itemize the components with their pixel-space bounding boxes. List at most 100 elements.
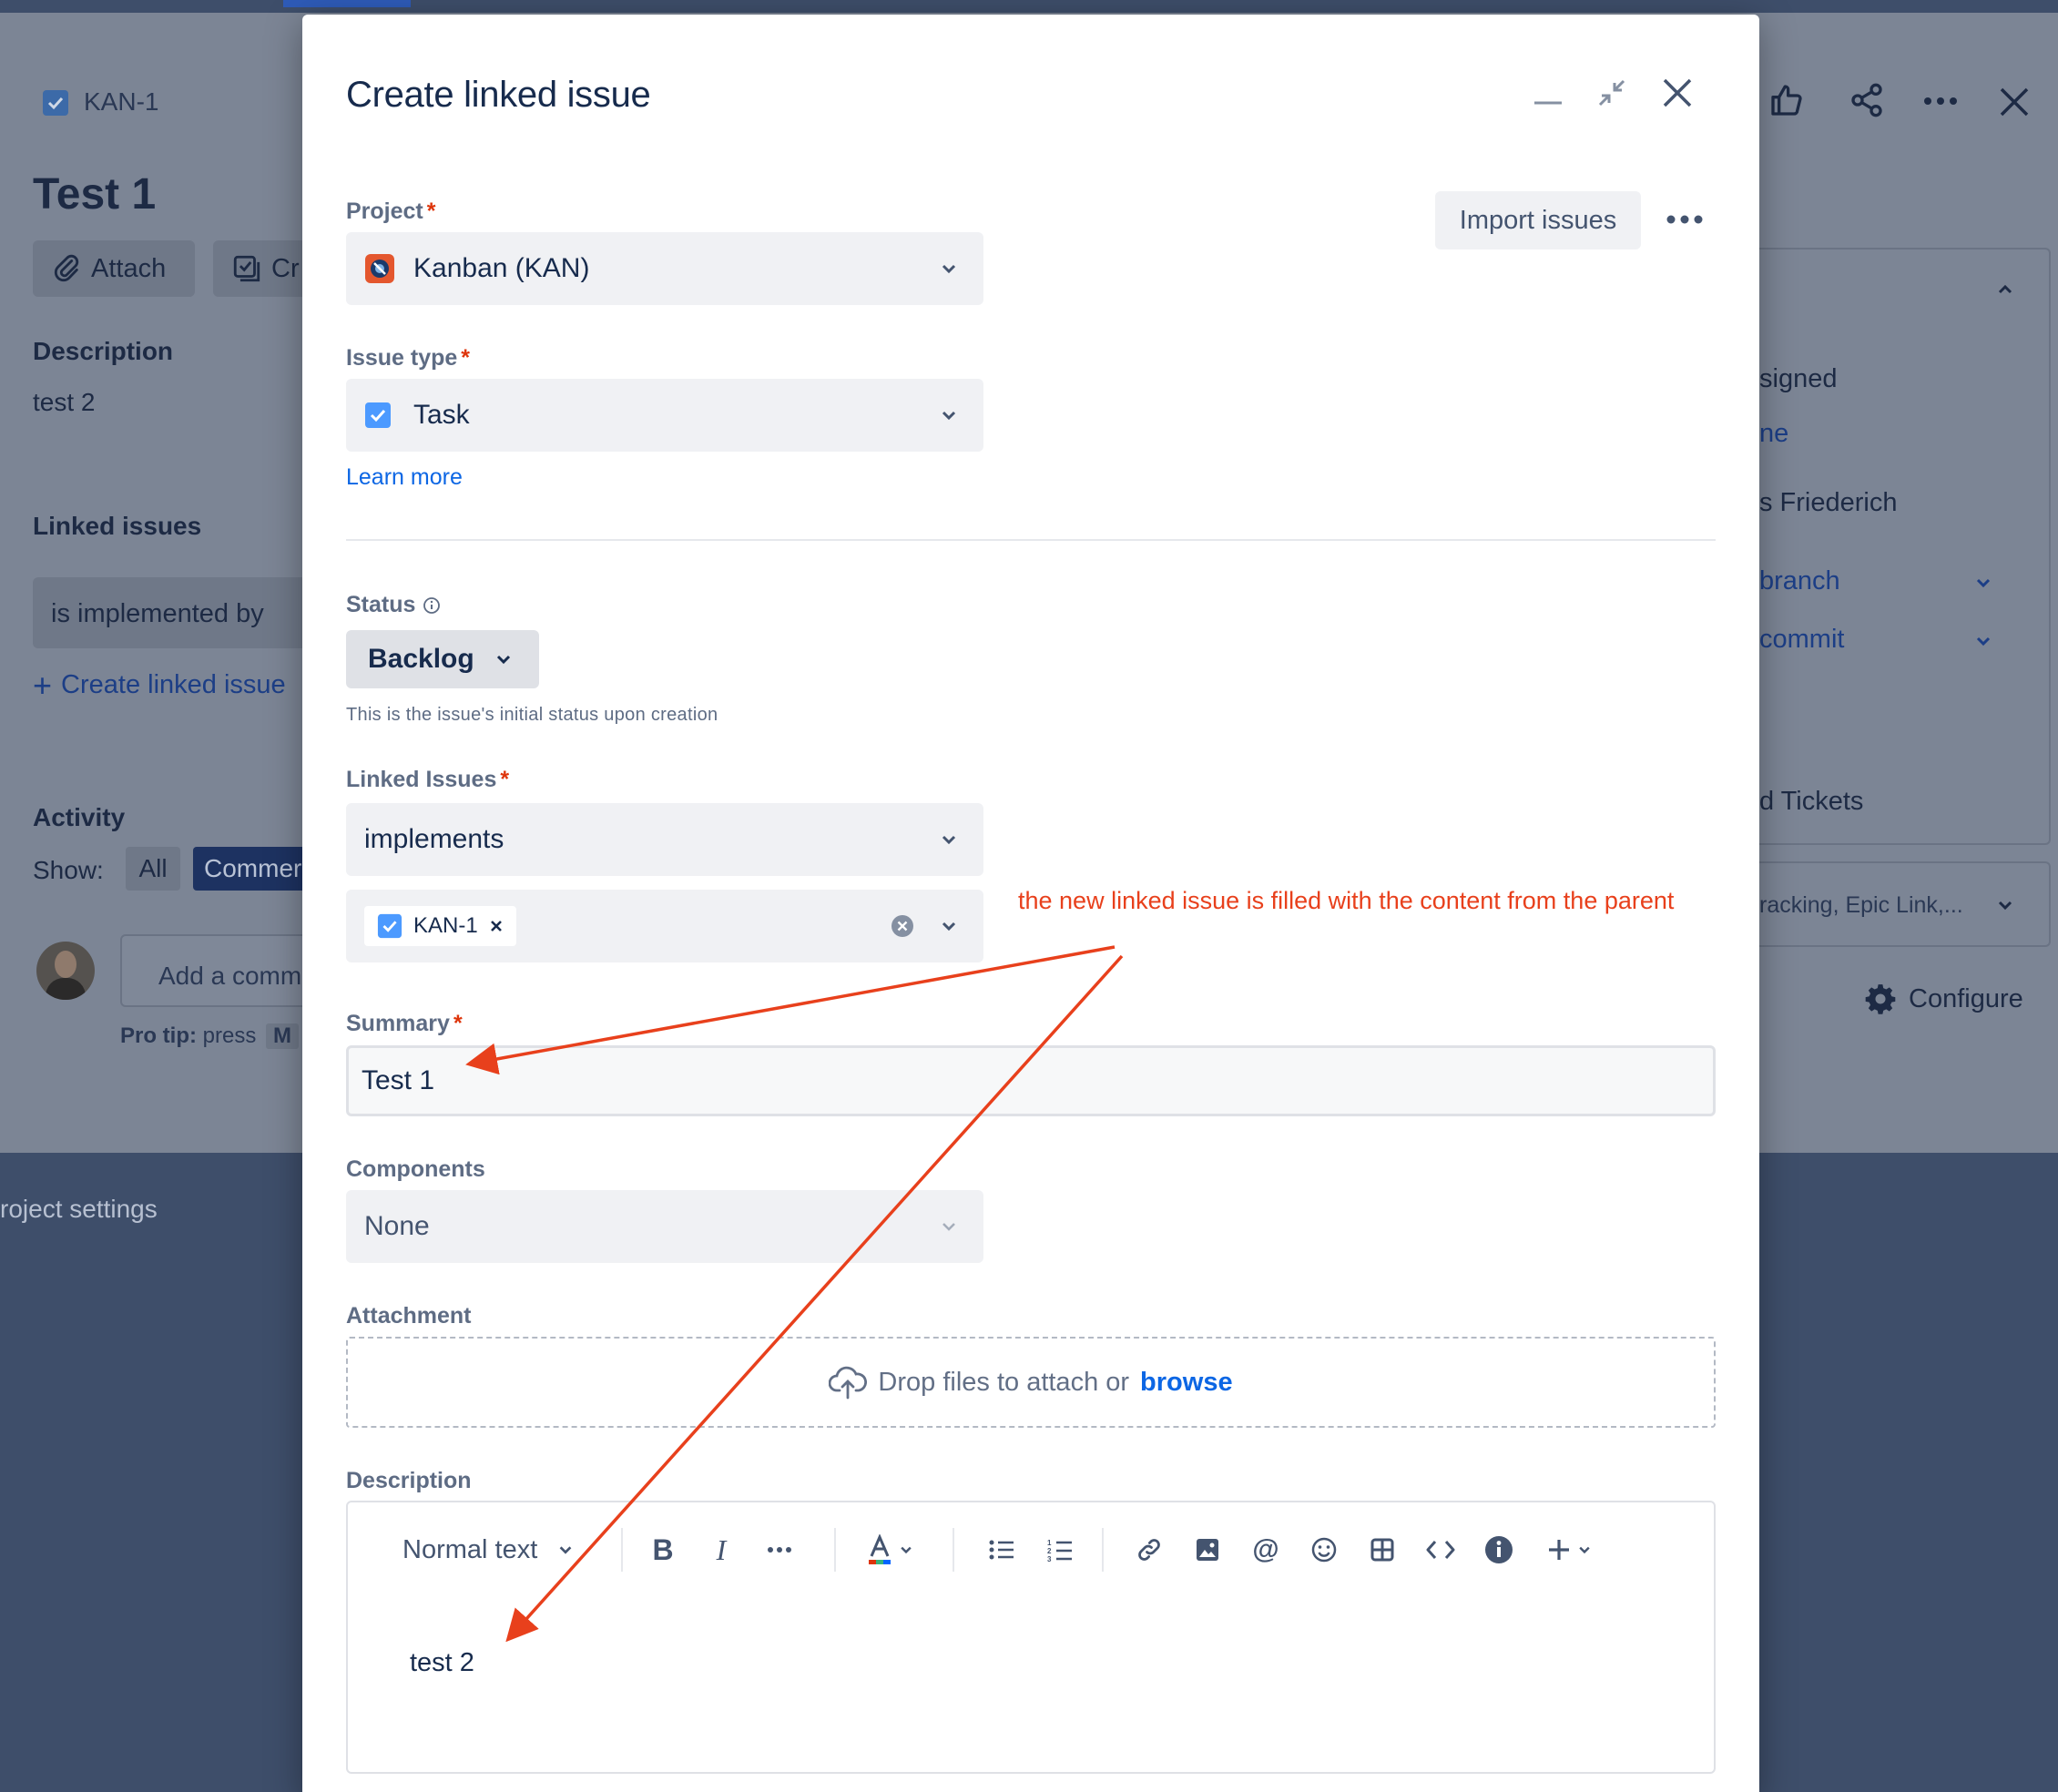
filter-all-label: All: [138, 854, 168, 882]
minimize-icon[interactable]: [1526, 71, 1570, 115]
task-checkbox-icon: [43, 90, 68, 116]
linked-issue-chip: KAN-1: [364, 906, 516, 946]
project-label-text: Project: [346, 199, 423, 224]
info-panel-icon[interactable]: [1477, 1528, 1521, 1572]
project-settings-link[interactable]: roject settings: [0, 1195, 158, 1224]
clear-icon[interactable]: [891, 914, 914, 938]
code-icon[interactable]: [1419, 1528, 1462, 1572]
details-panel: [1759, 248, 2051, 845]
assignee-value: signed: [1759, 364, 1838, 393]
chevron-down-icon: [942, 921, 956, 932]
commit-chevron-down-icon[interactable]: [1974, 632, 1992, 650]
info-icon[interactable]: [423, 596, 441, 615]
issue-title[interactable]: Test 1: [33, 169, 156, 219]
branch-chevron-down-icon[interactable]: [1974, 574, 1992, 592]
text-style-dropdown[interactable]: Normal text: [402, 1528, 585, 1572]
issue-key-breadcrumb[interactable]: KAN-1: [84, 87, 158, 117]
remove-chip-icon[interactable]: [489, 919, 504, 933]
annotation-callout: the new linked issue is filled with the …: [1018, 887, 1675, 914]
configure-button[interactable]: Configure: [1863, 982, 2023, 1016]
pro-tip-key: M: [266, 1023, 300, 1049]
bullet-list-icon[interactable]: [980, 1528, 1024, 1572]
more-fields-chevron-icon[interactable]: [1996, 896, 2014, 914]
numbered-list-icon[interactable]: 123: [1038, 1528, 1082, 1572]
required-asterisk: *: [426, 199, 436, 224]
text-color-icon[interactable]: [858, 1528, 922, 1572]
attachment-label: Attachment: [346, 1303, 472, 1329]
kanban-project-icon: [365, 254, 394, 283]
attachment-drop-zone[interactable]: Drop files to attach or browse: [346, 1337, 1716, 1428]
insert-more-icon[interactable]: [1537, 1528, 1601, 1572]
issue-type-label-text: Issue type: [346, 345, 458, 371]
linked-issues-label: Linked Issues *: [346, 767, 509, 793]
mention-icon[interactable]: @: [1244, 1528, 1288, 1572]
create-commit-link[interactable]: commit: [1759, 625, 1844, 655]
more-actions-icon[interactable]: [1921, 87, 1960, 119]
description-body[interactable]: test 2: [410, 1648, 474, 1678]
italic-icon[interactable]: I: [699, 1528, 743, 1572]
more-options-icon[interactable]: [1659, 197, 1710, 242]
status-helper-text: This is the issue's initial status upon …: [346, 705, 718, 725]
filter-comments-button[interactable]: Commer: [193, 847, 302, 891]
link-type-select[interactable]: implements: [346, 803, 983, 876]
chevron-down-icon: [496, 655, 510, 665]
like-icon[interactable]: [1768, 82, 1805, 123]
configure-label: Configure: [1909, 983, 2023, 1013]
create-label: Cr: [271, 253, 300, 283]
chevron-down-icon: [942, 835, 956, 845]
linked-issues-label-text: Linked Issues: [346, 767, 497, 792]
import-issues-label: Import issues: [1459, 205, 1617, 235]
share-icon[interactable]: [1849, 82, 1885, 123]
svg-text:2: 2: [1047, 1547, 1052, 1555]
svg-text:1: 1: [1047, 1539, 1052, 1547]
issue-type-select[interactable]: Task: [346, 379, 983, 452]
emoji-icon[interactable]: [1302, 1528, 1346, 1572]
components-select[interactable]: None: [346, 1190, 983, 1263]
assign-to-me-link[interactable]: ne: [1759, 419, 1788, 449]
summary-input[interactable]: Test 1: [346, 1045, 1716, 1116]
image-icon[interactable]: [1186, 1528, 1229, 1572]
description-label: Description: [346, 1468, 472, 1493]
learn-more-link[interactable]: Learn more: [346, 464, 463, 491]
description-editor[interactable]: Normal text B I 123 @ test 2: [346, 1501, 1716, 1774]
summary-label: Summary *: [346, 1011, 463, 1037]
user-avatar[interactable]: [36, 942, 95, 1000]
description-text[interactable]: test 2: [33, 388, 95, 417]
status-dropdown-button[interactable]: Backlog: [346, 630, 539, 688]
close-issue-icon[interactable]: [1998, 86, 2031, 123]
attach-button[interactable]: Attach: [33, 240, 195, 297]
toolbar-separator: [621, 1528, 623, 1572]
editor-toolbar: Normal text B I 123 @: [348, 1522, 1714, 1577]
comment-input[interactable]: Add a comm: [120, 934, 311, 1007]
required-asterisk: *: [500, 767, 510, 792]
collapse-icon[interactable]: [1590, 71, 1634, 115]
chevron-down-icon: [942, 1223, 955, 1231]
toolbar-separator: [834, 1528, 836, 1572]
create-branch-link[interactable]: branch: [1759, 566, 1840, 596]
dialog-title: Create linked issue: [346, 75, 651, 115]
browse-link[interactable]: browse: [1140, 1368, 1233, 1398]
svg-text:3: 3: [1047, 1555, 1052, 1562]
chevron-down-icon: [559, 1546, 572, 1554]
pro-tip-bold: Pro tip:: [120, 1023, 197, 1048]
required-asterisk: *: [461, 345, 471, 371]
linked-issue-picker[interactable]: KAN-1: [346, 890, 983, 962]
import-issues-button[interactable]: Import issues: [1435, 191, 1641, 249]
attach-label: Attach: [91, 253, 167, 283]
more-formatting-icon[interactable]: [758, 1528, 801, 1572]
table-icon[interactable]: [1360, 1528, 1404, 1572]
checklist-icon: [233, 255, 260, 282]
avatar-body: [46, 978, 86, 1000]
bold-icon[interactable]: B: [641, 1528, 685, 1572]
filter-all-button[interactable]: All: [126, 847, 180, 891]
chevron-up-icon[interactable]: [1996, 280, 2014, 299]
comment-placeholder: Add a comm: [158, 962, 302, 990]
close-icon[interactable]: [1656, 71, 1699, 115]
pro-tip: Pro tip: press M: [120, 1023, 300, 1049]
link-icon[interactable]: [1127, 1528, 1171, 1572]
project-label: Project *: [346, 199, 436, 225]
paperclip-icon: [54, 254, 79, 282]
project-select[interactable]: Kanban (KAN): [346, 232, 983, 305]
link-type-value: implements: [364, 824, 504, 854]
create-linked-issue-link[interactable]: + Create linked issue: [33, 668, 286, 701]
